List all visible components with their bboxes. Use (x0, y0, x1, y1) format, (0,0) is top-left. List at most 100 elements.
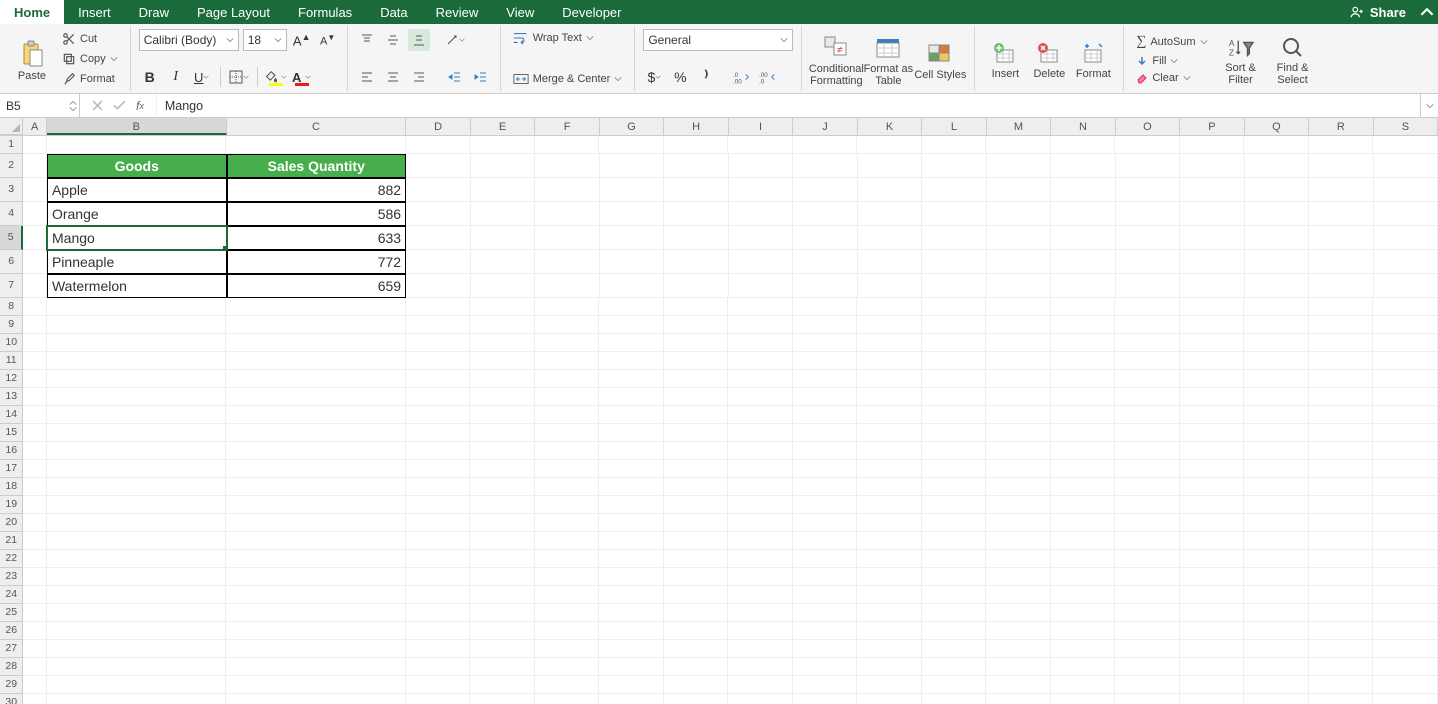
column-header-A[interactable]: A (23, 118, 46, 135)
namebox-down-icon[interactable] (69, 106, 77, 112)
column-header-Q[interactable]: Q (1245, 118, 1309, 135)
column-header-J[interactable]: J (793, 118, 857, 135)
cell-I10[interactable] (728, 334, 793, 352)
cell-N13[interactable] (1051, 388, 1116, 406)
column-header-R[interactable]: R (1309, 118, 1373, 135)
cell-O20[interactable] (1115, 514, 1180, 532)
cell-M18[interactable] (986, 478, 1051, 496)
cell-S17[interactable] (1373, 460, 1438, 478)
cell-I8[interactable] (728, 298, 793, 316)
cell-B4[interactable]: Orange (47, 202, 227, 226)
cell-S19[interactable] (1373, 496, 1438, 514)
cell-I14[interactable] (728, 406, 793, 424)
cell-K2[interactable] (858, 154, 923, 178)
cell-F1[interactable] (535, 136, 600, 154)
cell-F9[interactable] (535, 316, 600, 334)
cell-C12[interactable] (226, 370, 406, 388)
cell-N26[interactable] (1051, 622, 1116, 640)
cell-K27[interactable] (857, 640, 922, 658)
cell-I24[interactable] (728, 586, 793, 604)
cell-S13[interactable] (1373, 388, 1438, 406)
cell-F29[interactable] (535, 676, 600, 694)
cell-S7[interactable] (1374, 274, 1438, 298)
cell-C29[interactable] (226, 676, 406, 694)
cell-Q16[interactable] (1244, 442, 1309, 460)
cell-Q26[interactable] (1244, 622, 1309, 640)
cell-Q4[interactable] (1245, 202, 1310, 226)
cell-E13[interactable] (470, 388, 535, 406)
cell-G28[interactable] (599, 658, 664, 676)
cell-I15[interactable] (728, 424, 793, 442)
cell-G20[interactable] (599, 514, 664, 532)
cell-D3[interactable] (406, 178, 471, 202)
cell-D7[interactable] (406, 274, 471, 298)
share-button[interactable]: Share (1340, 0, 1416, 24)
cell-G4[interactable] (600, 202, 665, 226)
cell-H27[interactable] (664, 640, 729, 658)
cell-J22[interactable] (793, 550, 858, 568)
cell-I5[interactable] (729, 226, 794, 250)
cell-M24[interactable] (986, 586, 1051, 604)
cell-F28[interactable] (535, 658, 600, 676)
cell-A20[interactable] (23, 514, 47, 532)
cell-I16[interactable] (728, 442, 793, 460)
cell-L11[interactable] (922, 352, 987, 370)
cell-G24[interactable] (599, 586, 664, 604)
cell-A29[interactable] (23, 676, 47, 694)
cell-K12[interactable] (857, 370, 922, 388)
cell-D1[interactable] (406, 136, 471, 154)
cell-K4[interactable] (858, 202, 923, 226)
cell-L3[interactable] (922, 178, 987, 202)
cell-Q28[interactable] (1244, 658, 1309, 676)
cell-D26[interactable] (406, 622, 471, 640)
cell-M14[interactable] (986, 406, 1051, 424)
cell-S12[interactable] (1373, 370, 1438, 388)
cell-L30[interactable] (922, 694, 987, 704)
cell-S4[interactable] (1374, 202, 1438, 226)
cell-F17[interactable] (535, 460, 600, 478)
cell-C5[interactable]: 633 (227, 226, 407, 250)
cell-L16[interactable] (922, 442, 987, 460)
cell-J30[interactable] (793, 694, 858, 704)
cell-A11[interactable] (23, 352, 47, 370)
cell-C22[interactable] (226, 550, 406, 568)
cell-I29[interactable] (728, 676, 793, 694)
cell-Q8[interactable] (1244, 298, 1309, 316)
cell-R5[interactable] (1309, 226, 1374, 250)
cell-M11[interactable] (986, 352, 1051, 370)
cell-B22[interactable] (47, 550, 227, 568)
cell-K17[interactable] (857, 460, 922, 478)
cell-F27[interactable] (535, 640, 600, 658)
formula-input[interactable]: Mango (157, 94, 1420, 117)
row-header-19[interactable]: 19 (0, 496, 23, 514)
cell-N14[interactable] (1051, 406, 1116, 424)
cell-M13[interactable] (986, 388, 1051, 406)
column-header-L[interactable]: L (922, 118, 986, 135)
cell-S18[interactable] (1373, 478, 1438, 496)
cell-F30[interactable] (535, 694, 600, 704)
cell-styles-button[interactable]: Cell Styles (914, 29, 966, 93)
cell-K8[interactable] (857, 298, 922, 316)
cell-G14[interactable] (599, 406, 664, 424)
cell-G10[interactable] (599, 334, 664, 352)
cell-E28[interactable] (470, 658, 535, 676)
cell-R6[interactable] (1309, 250, 1374, 274)
cell-R1[interactable] (1309, 136, 1374, 154)
cell-O25[interactable] (1115, 604, 1180, 622)
align-left-button[interactable] (356, 66, 378, 88)
cell-H6[interactable] (664, 250, 729, 274)
cell-N21[interactable] (1051, 532, 1116, 550)
cell-G8[interactable] (599, 298, 664, 316)
cell-L25[interactable] (922, 604, 987, 622)
cell-P19[interactable] (1180, 496, 1245, 514)
cell-L21[interactable] (922, 532, 987, 550)
cell-E8[interactable] (470, 298, 535, 316)
cell-F11[interactable] (535, 352, 600, 370)
cell-R7[interactable] (1309, 274, 1374, 298)
align-right-button[interactable] (408, 66, 430, 88)
cell-H14[interactable] (664, 406, 729, 424)
cell-Q27[interactable] (1244, 640, 1309, 658)
cell-D5[interactable] (406, 226, 471, 250)
cell-R16[interactable] (1309, 442, 1374, 460)
cell-S23[interactable] (1373, 568, 1438, 586)
